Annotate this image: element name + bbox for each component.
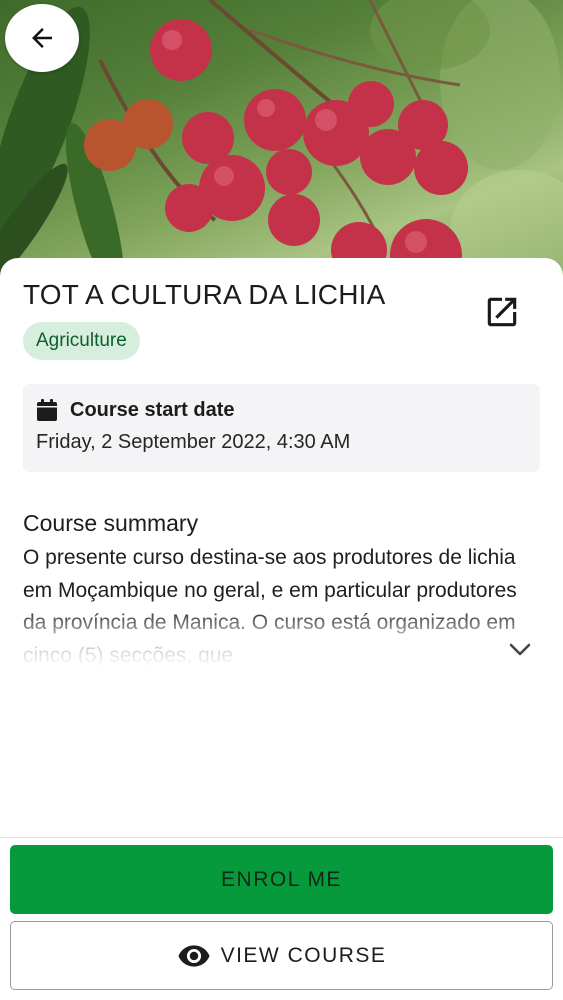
chevron-down-icon [509,643,531,656]
view-course-button[interactable]: VIEW COURSE [10,921,553,990]
back-button[interactable] [5,4,79,72]
calendar-icon [37,399,57,421]
enrol-button-label: ENROL ME [221,867,342,891]
view-course-button-label: VIEW COURSE [220,943,387,967]
course-hero-image [0,0,563,290]
enrol-button[interactable]: ENROL ME [10,845,553,914]
expand-summary-button[interactable] [506,638,534,662]
course-start-date-card: Course start date Friday, 2 September 20… [23,384,540,472]
lychee-illustration [0,0,563,290]
eye-icon [177,944,211,968]
category-chip: Agriculture [23,322,140,360]
summary-heading: Course summary [23,510,199,536]
open-in-browser-button[interactable] [480,290,524,334]
open-in-new-icon [487,297,517,327]
footer-divider [0,837,563,838]
start-date-label: Course start date [70,399,235,421]
start-date-value: Friday, 2 September 2022, 4:30 AM [36,431,351,453]
summary-text: O presente curso destina-se aos produtor… [23,546,517,667]
course-title: TOT A CULTURA DA LICHIA [23,279,386,310]
summary-container: O presente curso destina-se aos produtor… [23,542,528,667]
arrow-left-icon [32,28,52,48]
